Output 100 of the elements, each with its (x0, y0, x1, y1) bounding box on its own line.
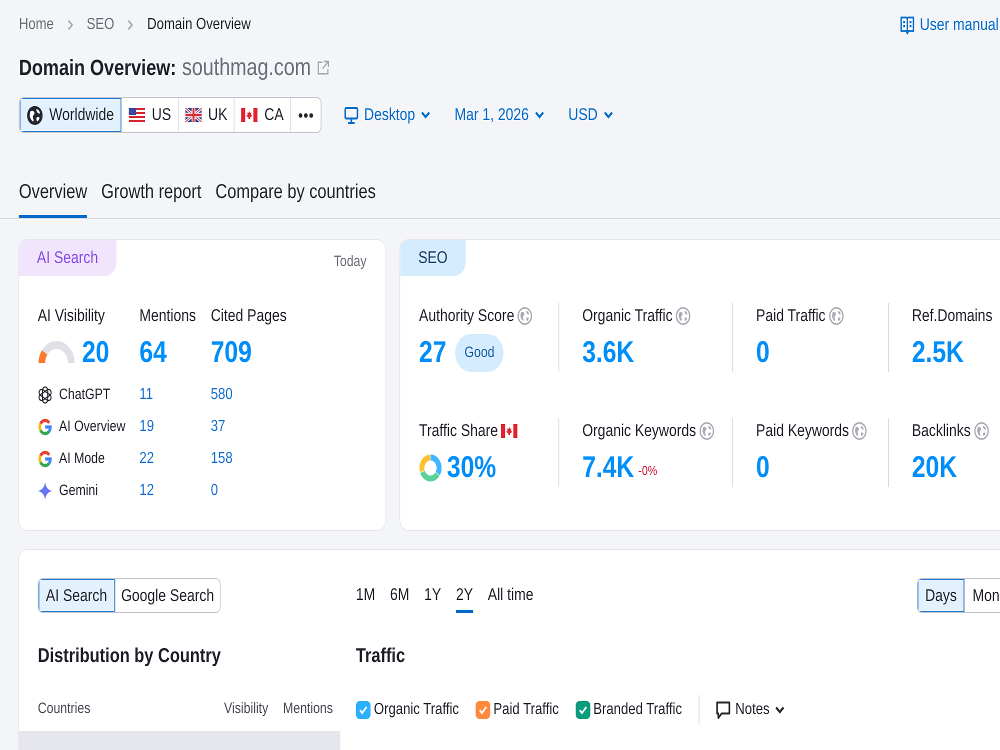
region-button[interactable]: Worldwide (20, 98, 122, 132)
metric-label: Cited Pages (210, 305, 288, 327)
chevron-down-icon (774, 706, 784, 714)
chevron-down-icon (420, 111, 431, 119)
cited-pages-link[interactable]: 37 (210, 415, 226, 439)
user-manual-link[interactable]: User manual (900, 14, 999, 36)
series-checkbox[interactable]: Paid Traffic (475, 698, 559, 722)
globe-icon (828, 307, 844, 325)
source-name: Gemini (59, 480, 98, 501)
flag-icon (501, 424, 518, 438)
column-header: Countries (38, 699, 92, 719)
period-tab[interactable]: 6M (390, 578, 410, 613)
chevron-right-icon (128, 19, 134, 31)
segment-button[interactable]: Days (918, 579, 966, 612)
globe-icon (518, 307, 532, 325)
notes-dropdown[interactable]: Notes (716, 698, 784, 722)
metric-label: Organic Keywords (582, 420, 696, 442)
series-checkbox[interactable]: Organic Traffic (356, 698, 459, 722)
metric-label: Traffic Share (419, 420, 498, 442)
metric-value: 0 (756, 335, 770, 371)
domain-name: southmag.com (182, 53, 312, 83)
date-dropdown[interactable]: Mar 1, 2026 (454, 102, 545, 128)
more-button[interactable] (291, 98, 321, 132)
period-tab[interactable]: 1M (356, 578, 376, 613)
period-tab[interactable]: All time (488, 578, 534, 613)
globe-icon (699, 422, 714, 440)
more-icon (298, 112, 314, 118)
segment-button[interactable]: Google Search (115, 579, 220, 612)
globe-icon (974, 422, 989, 440)
knot-logo-icon (38, 386, 52, 404)
currency-dropdown[interactable]: USD (568, 102, 614, 128)
current-page-name: Domain Overview (147, 15, 251, 35)
series-checkbox[interactable]: Branded Traffic (575, 698, 682, 722)
g-logo-icon (38, 418, 52, 436)
source-name: AI Mode (59, 448, 105, 469)
section-title: Distribution by Country (38, 644, 222, 669)
mentions-link[interactable]: 22 (139, 447, 154, 471)
change-value: -0% (638, 462, 658, 480)
column-header: Visibility (224, 699, 268, 719)
globe-icon (27, 106, 43, 124)
g-logo-icon (38, 450, 52, 468)
region-button[interactable]: US (122, 98, 178, 132)
section-label: SEO (400, 240, 466, 276)
metric-value: 20 (82, 335, 110, 371)
external-link-icon (316, 60, 330, 76)
sparkle-icon (38, 482, 52, 500)
mentions-link[interactable]: 11 (139, 383, 154, 407)
segment-button[interactable]: Mon (965, 579, 1000, 612)
flag-icon (185, 108, 202, 122)
source-name: ChatGPT (59, 384, 110, 405)
source-name: AI Overview (59, 416, 126, 437)
chevron-down-icon (534, 111, 545, 119)
metric-value: 30% (446, 450, 496, 486)
metric-value: 20K (912, 450, 957, 486)
metric-label: Mentions (139, 305, 197, 327)
device-dropdown[interactable]: Desktop (344, 102, 431, 128)
speech-bubble-icon (716, 700, 730, 720)
metric-label: Authority Score (419, 305, 514, 327)
mentions-link[interactable]: 12 (139, 479, 154, 503)
period-label: Today (334, 252, 367, 272)
metric-value: 2.5K (912, 335, 964, 371)
donut-icon (419, 454, 442, 482)
chevron-right-icon (66, 19, 74, 31)
flag-icon (241, 108, 258, 122)
section-title: Traffic (356, 644, 406, 669)
page-tab[interactable]: Overview (18, 170, 88, 218)
page-tab[interactable]: Compare by countries (215, 170, 376, 218)
metric-label: Backlinks (912, 420, 971, 442)
breadcrumb-link[interactable]: Home (18, 14, 54, 36)
cited-pages-link[interactable]: 580 (210, 383, 233, 407)
metric-label: Ref.Domains (912, 305, 992, 327)
period-tab[interactable]: 2Y (456, 578, 473, 613)
period-tab[interactable]: 1Y (424, 578, 442, 613)
page-tab[interactable]: Growth report (101, 170, 202, 218)
column-header: Mentions (283, 699, 333, 719)
globe-icon (676, 307, 691, 325)
metric-label: Paid Keywords (756, 420, 850, 442)
region-button[interactable]: UK (178, 98, 235, 132)
metric-label: AI Visibility (38, 305, 106, 327)
book-icon (900, 16, 914, 34)
metric-label: Organic Traffic (582, 305, 673, 327)
metric-value: 709 (210, 335, 253, 371)
page-title: Domain Overview: (18, 54, 176, 82)
segment-button[interactable]: AI Search (38, 579, 116, 612)
metric-value: 7.4K (582, 450, 634, 486)
cited-pages-link[interactable]: 158 (210, 447, 233, 471)
metric-value: 3.6K (582, 335, 634, 371)
breadcrumb-link[interactable]: SEO (86, 14, 114, 36)
cited-pages-link[interactable]: 0 (210, 479, 218, 503)
flag-icon (128, 108, 146, 122)
metric-value: 64 (139, 335, 168, 371)
metric-label: Paid Traffic (756, 305, 826, 327)
score-badge: Good (455, 334, 504, 372)
mentions-link[interactable]: 19 (139, 415, 154, 439)
metric-value: 0 (756, 450, 770, 486)
metric-value: 27 (419, 335, 446, 371)
chevron-down-icon (603, 111, 614, 119)
globe-icon (852, 422, 868, 440)
section-label: AI Search (18, 240, 116, 276)
monitor-icon (344, 106, 358, 124)
